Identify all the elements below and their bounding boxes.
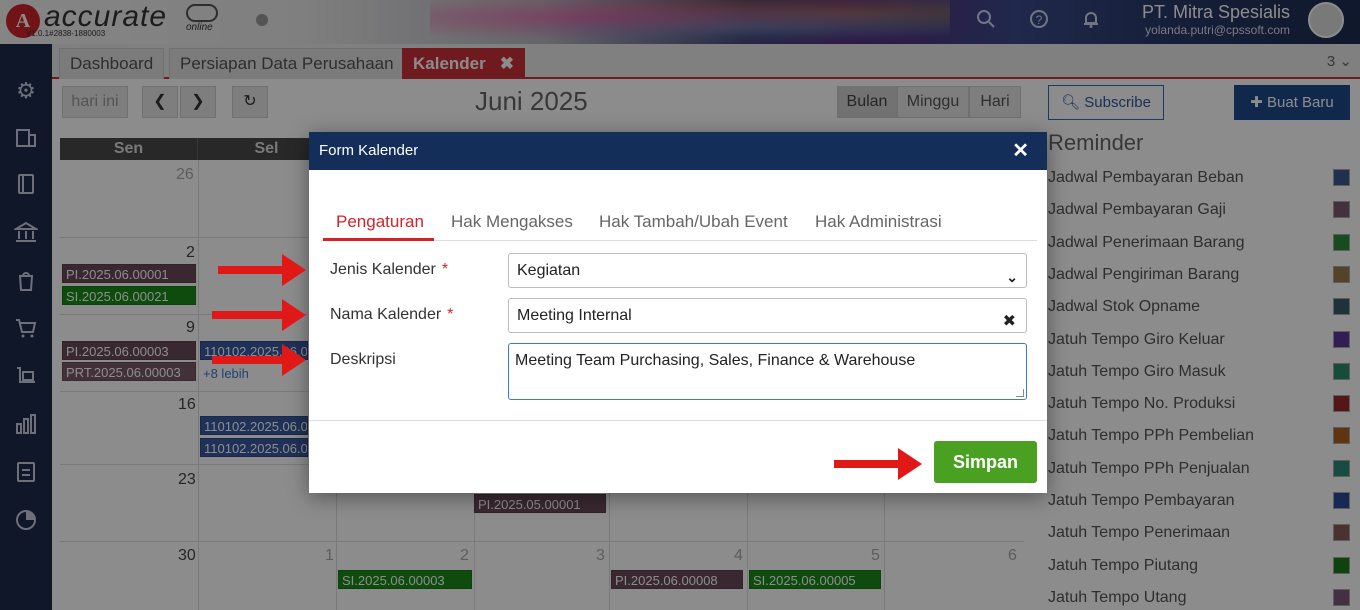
- nama-kalender-value: Meeting Internal: [517, 307, 632, 324]
- tab-pengaturan[interactable]: Pengaturan: [336, 212, 424, 232]
- nama-kalender-input[interactable]: Meeting Internal ✖: [508, 298, 1027, 333]
- jenis-kalender-label: Jenis Kalender *: [330, 261, 449, 278]
- annotation-arrow: [218, 254, 306, 286]
- modal-title: Form Kalender: [319, 142, 419, 159]
- annotation-arrow: [212, 344, 306, 376]
- required-mark: *: [447, 306, 454, 323]
- tab-hak-mengakses[interactable]: Hak Mengakses: [451, 212, 573, 232]
- close-icon[interactable]: ✕: [1012, 132, 1029, 170]
- jenis-kalender-select[interactable]: Kegiatan ⌄: [508, 253, 1027, 288]
- jenis-kalender-value: Kegiatan: [517, 262, 581, 279]
- tab-hak-administrasi[interactable]: Hak Administrasi: [815, 212, 942, 232]
- annotation-arrow: [834, 448, 922, 480]
- clear-icon[interactable]: ✖: [1003, 305, 1016, 338]
- required-mark: *: [441, 261, 449, 278]
- form-kalender-dialog: Form Kalender ✕ Pengaturan Hak Mengakses…: [309, 132, 1047, 493]
- modal-header: Form Kalender ✕: [309, 132, 1047, 170]
- deskripsi-textarea[interactable]: Meeting Team Purchasing, Sales, Finance …: [508, 343, 1027, 400]
- active-tab-indicator: [323, 238, 434, 241]
- footer-divider: [309, 420, 1047, 421]
- chevron-down-icon: ⌄: [1006, 269, 1018, 285]
- nama-kalender-label: Nama Kalender *: [330, 306, 454, 323]
- resize-handle[interactable]: [1016, 389, 1024, 397]
- deskripsi-value: Meeting Team Purchasing, Sales, Finance …: [515, 352, 916, 369]
- save-button[interactable]: Simpan: [934, 441, 1037, 483]
- tab-hak-tambah-ubah[interactable]: Hak Tambah/Ubah Event: [599, 212, 788, 232]
- deskripsi-label: Deskripsi: [330, 351, 396, 368]
- annotation-arrow: [212, 299, 306, 331]
